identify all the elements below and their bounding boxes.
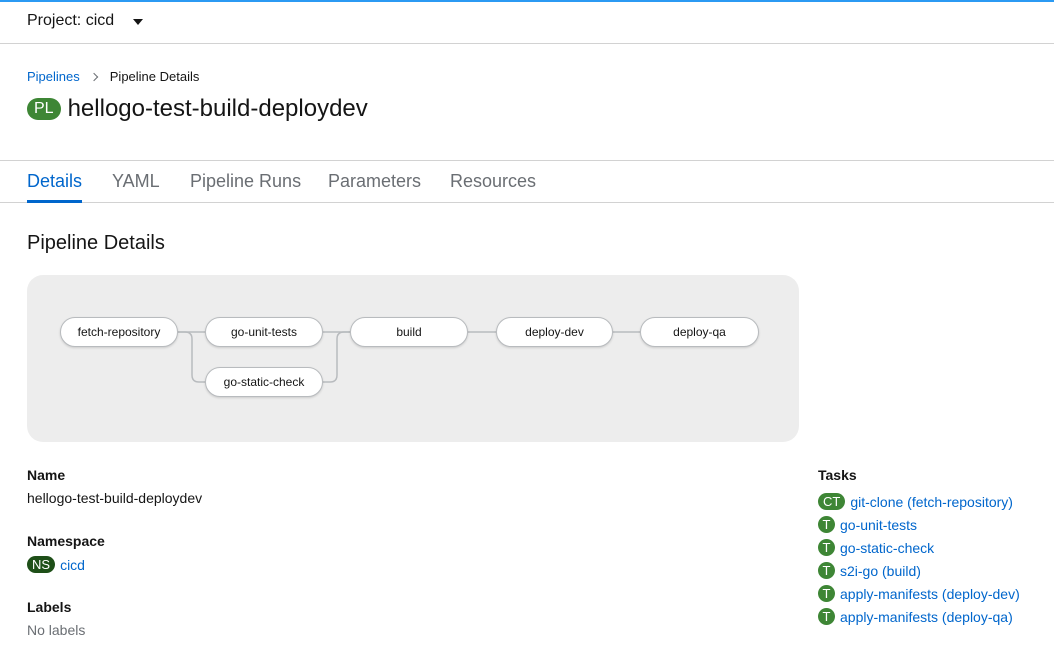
project-selector[interactable]: Project: cicd (27, 12, 144, 30)
tab-details[interactable]: Details (27, 161, 83, 203)
pipeline-node-deploy-qa[interactable]: deploy-qa (640, 317, 759, 347)
chevron-right-icon (89, 72, 99, 81)
name-value: hellogo-test-build-deploydev (27, 490, 203, 506)
labels-value: No labels (27, 622, 86, 638)
tab-resources[interactable]: Resources (450, 161, 536, 203)
breadcrumb: Pipelines Pipeline Details (27, 69, 199, 84)
task-badge: T (818, 539, 835, 556)
tab-yaml[interactable]: YAML (112, 161, 160, 203)
cluster-task-badge: CT (818, 493, 846, 510)
section-title: Pipeline Details (27, 232, 165, 254)
pipeline-node-fetch-repository[interactable]: fetch-repository (60, 317, 178, 347)
namespace-link[interactable]: cicd (60, 557, 85, 573)
breadcrumb-pipelines-link[interactable]: Pipelines (27, 69, 80, 84)
pipeline-badge: PL (27, 98, 61, 120)
task-item-apply-manifests-dev: T apply-manifests (deploy-dev) (818, 582, 1020, 605)
task-link-apply-manifests-dev[interactable]: apply-manifests (deploy-dev) (840, 586, 1020, 602)
task-item-go-unit-tests: T go-unit-tests (818, 513, 1020, 536)
topology-connectors (178, 331, 640, 383)
name-label: Name (27, 467, 66, 483)
tab-pipeline-runs[interactable]: Pipeline Runs (190, 161, 301, 203)
task-item-go-static-check: T go-static-check (818, 536, 1020, 559)
tasks-label: Tasks (818, 467, 857, 483)
tab-bar: Details YAML Pipeline Runs Parameters Re… (0, 160, 1054, 203)
page-title: hellogo-test-build-deploydev (67, 95, 368, 122)
task-link-go-static-check[interactable]: go-static-check (840, 540, 934, 556)
task-link-s2i-go[interactable]: s2i-go (build) (840, 563, 921, 579)
pipeline-node-build[interactable]: build (350, 317, 468, 347)
task-link-go-unit-tests[interactable]: go-unit-tests (840, 517, 917, 533)
edge-fetch-static (178, 331, 205, 383)
task-item-apply-manifests-qa: T apply-manifests (deploy-qa) (818, 605, 1020, 628)
project-label: Project: cicd (27, 12, 115, 29)
namespace-label: Namespace (27, 533, 105, 549)
pipeline-topology: fetch-repository go-unit-tests go-static… (27, 275, 799, 442)
caret-down-icon (133, 19, 144, 25)
tab-parameters[interactable]: Parameters (328, 161, 421, 203)
namespace-badge: NS (27, 556, 56, 573)
labels-label: Labels (27, 599, 72, 615)
pipeline-node-go-unit-tests[interactable]: go-unit-tests (205, 317, 323, 347)
task-item-s2i-go: T s2i-go (build) (818, 559, 1020, 582)
task-item-git-clone: CT git-clone (fetch-repository) (818, 490, 1020, 513)
namespace-value: NS cicd (27, 556, 85, 573)
task-badge: T (818, 516, 835, 533)
task-badge: T (818, 585, 835, 602)
task-link-apply-manifests-qa[interactable]: apply-manifests (deploy-qa) (840, 609, 1013, 625)
project-bar: Project: cicd (0, 2, 1054, 44)
task-link-git-clone[interactable]: git-clone (fetch-repository) (850, 494, 1013, 510)
tasks-list: CT git-clone (fetch-repository) T go-uni… (818, 490, 1020, 628)
task-badge: T (818, 562, 835, 579)
breadcrumb-current: Pipeline Details (109, 69, 200, 84)
edge-static-build (323, 331, 350, 383)
pipeline-node-go-static-check[interactable]: go-static-check (205, 367, 323, 397)
task-badge: T (818, 608, 835, 625)
title-row: PL hellogo-test-build-deploydev (27, 95, 368, 123)
pipeline-node-deploy-dev[interactable]: deploy-dev (496, 317, 613, 347)
